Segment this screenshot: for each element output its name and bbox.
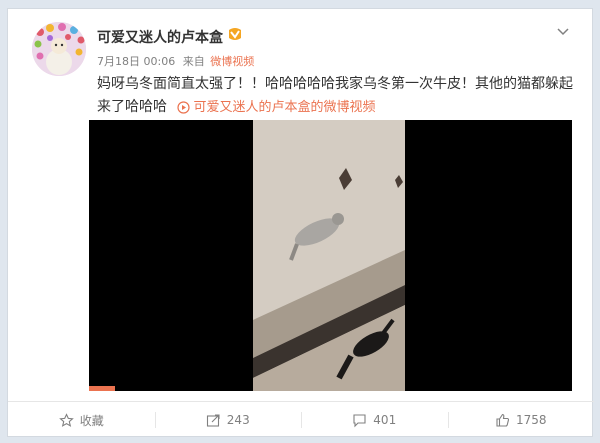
source-name[interactable]: 微博视频 — [210, 55, 254, 68]
comment-count: 401 — [373, 413, 397, 427]
comment-button[interactable]: 401 — [301, 402, 448, 438]
username[interactable]: 可爱又迷人的卢本盒 — [97, 27, 223, 47]
weibo-post-card: 可爱又迷人的卢本盒 7月18日 00:06 来自 微博视频 妈呀乌冬面简直太强了… — [7, 8, 594, 438]
chevron-down-icon[interactable] — [556, 25, 570, 39]
like-button[interactable]: 1758 — [447, 402, 595, 438]
video-frame — [89, 120, 572, 391]
repost-button[interactable]: 243 — [154, 402, 302, 438]
favorite-button[interactable]: 收藏 — [8, 402, 155, 438]
video-scene — [253, 120, 405, 391]
video-link-label: 可爱又迷人的卢本盒的微博视频 — [193, 100, 376, 115]
repost-count: 243 — [226, 413, 250, 427]
vip-badge-icon[interactable] — [226, 25, 244, 43]
like-count: 1758 — [515, 413, 547, 427]
post-content: 妈呀乌冬面简直太强了！！哈哈哈哈哈我家乌冬第一次牛皮！其他的猫都躲起来了哈哈哈 … — [97, 73, 577, 119]
video-play-icon — [177, 101, 191, 114]
video-progress-fill — [89, 386, 115, 391]
avatar-image — [32, 22, 86, 76]
comment-icon — [353, 413, 366, 427]
post-timestamp[interactable]: 7月18日 00:06 — [97, 55, 175, 68]
repost-icon — [206, 413, 220, 427]
star-icon — [58, 412, 74, 427]
thumbs-up-icon — [496, 413, 510, 427]
video-player[interactable] — [89, 120, 572, 391]
favorite-label: 收藏 — [79, 413, 104, 428]
post-meta: 7月18日 00:06 来自 微博视频 — [97, 53, 254, 69]
user-avatar[interactable] — [32, 22, 86, 76]
video-link[interactable]: 可爱又迷人的卢本盒的微博视频 — [177, 100, 375, 115]
action-toolbar: 收藏 243 401 1758 — [8, 401, 594, 438]
source-prefix: 来自 — [182, 55, 205, 68]
